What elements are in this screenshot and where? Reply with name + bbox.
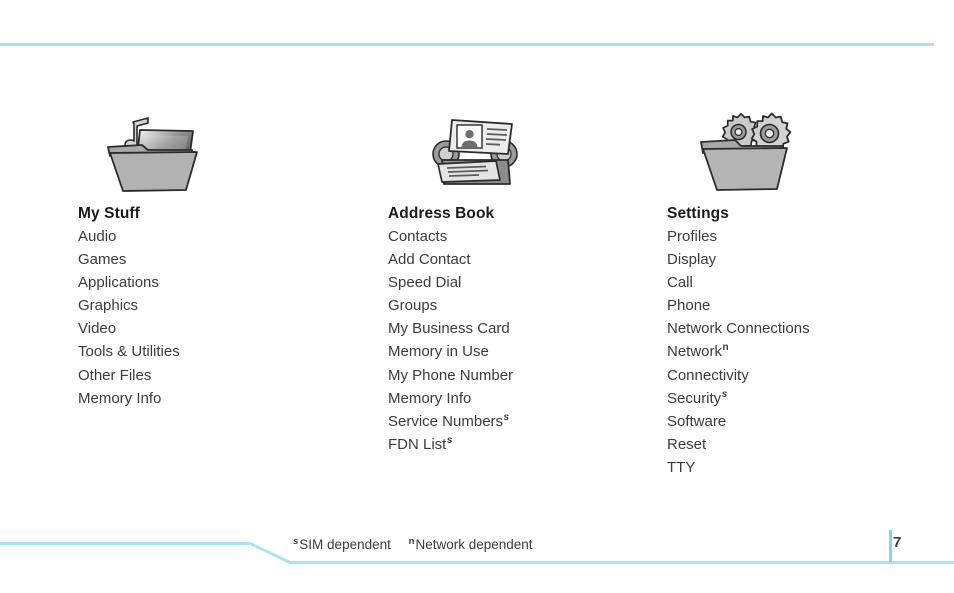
menu-item-list: Audio Games Applications Graphics Video … [78,225,378,410]
menu-item-label: My Phone Number [388,366,514,384]
menu-item-label: Profiles [667,228,718,245]
list-item[interactable]: Other Files [78,364,378,387]
list-item[interactable]: Connectivity [667,364,937,387]
rolodex-card-file-icon [430,110,658,202]
list-item[interactable]: Speed Dial [388,271,658,294]
menu-item-label: Tools & Utilities [78,343,180,361]
menu-item-label: Memory in Use [388,343,489,361]
menu-item-label: TTY [667,458,696,476]
legend-network-dependent: nNetwork dependent [408,535,533,552]
sim-dependent-marker: s [721,388,728,400]
list-item[interactable]: Graphics [78,294,378,317]
menu-item-label: Display [667,251,717,269]
list-item[interactable]: My Business Card [388,317,658,340]
list-item[interactable]: Add Contact [388,248,658,271]
menu-item-label: Phone [667,297,711,315]
category-title: My Stuff [78,205,140,222]
list-item[interactable]: Securitys [667,387,937,410]
footer-accent-rule [0,530,954,564]
menu-column-address-book: Address Book Contacts Add Contact Speed … [388,110,658,456]
page-footer: sSIM dependent nNetwork dependent 7 [0,520,954,593]
network-dependent-marker: n [722,342,729,354]
list-item[interactable]: Memory Info [78,387,378,410]
menu-item-label: Video [78,320,117,338]
menu-item-list: Contacts Add Contact Speed Dial Groups M… [388,225,658,456]
menu-item-label: Add Contact [388,251,471,269]
network-dependent-marker: n [408,535,415,547]
menu-item-label: Reset [667,435,707,453]
menu-column-settings: Settings Profiles Display Call Phone Net… [667,110,937,479]
menu-item-label: Security [667,389,722,407]
list-item[interactable]: Memory in Use [388,340,658,363]
menu-item-label: Groups [388,297,438,315]
list-item[interactable]: Software [667,410,937,433]
list-item[interactable]: Service Numberss [388,410,658,433]
folder-media-icon [100,110,378,202]
menu-item-label: Contacts [388,228,448,245]
menu-item-label: My Business Card [388,320,510,338]
menu-tree-columns: My Stuff Audio Games Applications Graphi… [0,0,954,520]
menu-item-label: Memory Info [78,389,162,407]
list-item[interactable]: Applications [78,271,378,294]
folder-gears-icon [695,110,937,202]
menu-item-label: Graphics [78,297,139,315]
menu-item-label: Other Files [78,366,152,384]
sim-dependent-marker: s [293,535,299,547]
list-item[interactable]: Video [78,317,378,340]
list-item[interactable]: Memory Info [388,387,658,410]
legend-label: SIM dependent [299,537,391,552]
menu-item-label: Connectivity [667,366,749,384]
menu-item-label: Network [667,343,723,361]
menu-item-label: Call [667,274,693,292]
menu-item-label: Software [667,412,727,430]
list-item[interactable]: Reset [667,433,937,456]
list-item[interactable]: Call [667,271,937,294]
list-item[interactable]: Network Connections [667,317,937,340]
list-item[interactable]: Contacts [388,225,658,248]
list-item[interactable]: Tools & Utilities [78,340,378,363]
menu-item-label: Applications [78,274,159,292]
list-item[interactable]: Networkn [667,340,937,363]
menu-item-label: Games [78,251,127,269]
menu-item-label: Memory Info [388,389,472,407]
list-item[interactable]: FDN Lists [388,433,658,456]
category-title: Settings [667,205,729,222]
menu-item-label: Speed Dial [388,274,462,292]
sim-dependent-marker: s [503,411,510,423]
menu-item-label: Network Connections [667,320,810,338]
category-title: Address Book [388,205,495,222]
list-item[interactable]: Groups [388,294,658,317]
list-item[interactable]: Audio [78,225,378,248]
menu-item-label: FDN List [388,435,447,453]
legend-label: Network dependent [415,537,533,552]
menu-item-label: Audio [78,228,117,245]
menu-column-my-stuff: My Stuff Audio Games Applications Graphi… [78,110,378,410]
list-item[interactable]: Display [667,248,937,271]
list-item[interactable]: TTY [667,456,937,479]
list-item[interactable]: Profiles [667,225,937,248]
list-item[interactable]: Games [78,248,378,271]
footnote-legend: sSIM dependent nNetwork dependent [293,535,547,552]
menu-item-label: Service Numbers [388,412,504,430]
list-item[interactable]: Phone [667,294,937,317]
menu-item-list: Profiles Display Call Phone Network Conn… [667,225,937,479]
sim-dependent-marker: s [446,434,453,446]
page-number: 7 [893,534,902,551]
legend-sim-dependent: sSIM dependent [293,535,391,552]
list-item[interactable]: My Phone Number [388,364,658,387]
